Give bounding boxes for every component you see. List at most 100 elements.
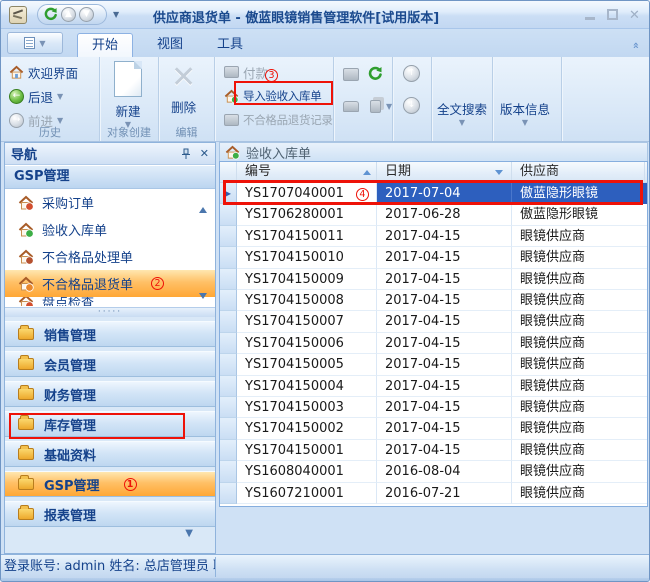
cell-supplier[interactable]: 眼镜供应商 bbox=[512, 440, 647, 462]
cell-no[interactable]: YS1608040001 bbox=[237, 461, 377, 483]
sidebar-group-button[interactable]: 会员管理 bbox=[5, 351, 215, 377]
fulltext-search-button[interactable]: 全文搜索 ▼ bbox=[437, 99, 487, 127]
cell-date[interactable]: 2017-04-15 bbox=[377, 247, 512, 269]
cell-no[interactable]: YS1706280001 bbox=[237, 204, 377, 226]
cell-no[interactable]: YS1704150008 bbox=[237, 290, 377, 312]
row-selector[interactable] bbox=[220, 204, 237, 226]
sidebar-item[interactable]: 验收入库单 bbox=[5, 216, 215, 243]
row-selector[interactable] bbox=[220, 461, 237, 483]
table-row[interactable]: YS1706280001 2017-06-28 傲蓝隐形眼镜 bbox=[220, 204, 647, 226]
payment-button[interactable]: 付款 bbox=[224, 62, 268, 82]
tab-view[interactable]: 视图 bbox=[143, 33, 197, 57]
cell-no[interactable]: YS1704150011 bbox=[237, 225, 377, 248]
row-selector[interactable]: ▶ bbox=[220, 183, 237, 205]
welcome-screen-button[interactable]: 欢迎界面 bbox=[9, 62, 78, 82]
table-row[interactable]: YS1704150010 2017-04-15 眼镜供应商 bbox=[220, 247, 647, 269]
minimize-button[interactable] bbox=[585, 8, 596, 21]
row-selector[interactable] bbox=[220, 225, 237, 248]
sidebar-group-button[interactable]: 销售管理 bbox=[5, 321, 215, 347]
cell-no[interactable]: YS1704150004 bbox=[237, 375, 377, 397]
sidebar-group-button[interactable]: 库存管理 bbox=[5, 411, 215, 437]
cell-supplier[interactable]: 眼镜供应商 bbox=[512, 418, 647, 440]
move-up-icon[interactable]: ↑ bbox=[403, 65, 420, 82]
cell-supplier[interactable]: 眼镜供应商 bbox=[512, 397, 647, 419]
row-selector[interactable] bbox=[220, 268, 237, 290]
application-menu-button[interactable]: ▼ bbox=[7, 32, 63, 54]
row-selector[interactable] bbox=[220, 439, 237, 462]
nav-splitter[interactable]: ····· bbox=[5, 307, 215, 317]
cell-no[interactable]: YS1704150002 bbox=[237, 418, 377, 440]
cell-date[interactable]: 2017-04-15 bbox=[377, 375, 512, 397]
cell-date[interactable]: 2017-04-15 bbox=[377, 418, 512, 440]
table-row[interactable]: YS1704150002 2017-04-15 眼镜供应商 bbox=[220, 418, 647, 440]
cell-date[interactable]: 2017-04-15 bbox=[377, 354, 512, 376]
cell-supplier[interactable]: 眼镜供应商 bbox=[512, 290, 647, 312]
cell-date[interactable]: 2016-08-04 bbox=[377, 461, 512, 483]
row-selector[interactable] bbox=[220, 247, 237, 269]
cell-no[interactable]: YS1707040001 4 bbox=[237, 183, 377, 205]
filter-dropdown-icon[interactable] bbox=[495, 170, 503, 175]
table-row[interactable]: YS1608040001 2016-08-04 眼镜供应商 bbox=[220, 461, 647, 483]
row-selector[interactable] bbox=[220, 482, 237, 504]
cell-supplier[interactable]: 眼镜供应商 bbox=[512, 483, 647, 504]
table-row[interactable]: YS1704150001 2017-04-15 眼镜供应商 bbox=[220, 439, 647, 462]
cell-supplier[interactable]: 眼镜供应商 bbox=[512, 354, 647, 376]
qat-dropdown-icon[interactable]: ▼ bbox=[113, 10, 119, 19]
sidebar-item[interactable]: 不合格品退货单 2 bbox=[5, 270, 215, 297]
table-row[interactable]: YS1704150003 2017-04-15 眼镜供应商 bbox=[220, 397, 647, 419]
scroll-down-icon[interactable] bbox=[199, 293, 207, 299]
tab-tools[interactable]: 工具 bbox=[203, 33, 257, 57]
nav-overflow-chevron-icon[interactable]: ▼ bbox=[185, 528, 193, 539]
column-header-supplier[interactable]: 供应商 bbox=[512, 162, 645, 183]
cell-supplier[interactable]: 傲蓝隐形眼镜 bbox=[512, 204, 647, 226]
cell-supplier[interactable]: 眼镜供应商 bbox=[512, 269, 647, 290]
column-header-date[interactable]: 日期 bbox=[377, 162, 512, 183]
cell-no[interactable]: YS1704150007 bbox=[237, 311, 377, 333]
row-selector[interactable] bbox=[220, 311, 237, 333]
cell-date[interactable]: 2017-07-04 bbox=[377, 183, 512, 205]
cell-no[interactable]: YS1704150006 bbox=[237, 332, 377, 355]
cell-date[interactable]: 2017-04-15 bbox=[377, 225, 512, 248]
close-button[interactable]: ✕ bbox=[629, 8, 640, 23]
pin-icon[interactable] bbox=[180, 148, 192, 160]
cell-no[interactable]: YS1607210001 bbox=[237, 482, 377, 504]
import-receipt-button[interactable]: 导入验收入库单 bbox=[224, 86, 322, 106]
down-arrow-icon[interactable]: ▼ bbox=[79, 7, 94, 22]
row-selector[interactable] bbox=[220, 375, 237, 397]
cell-supplier[interactable]: 傲蓝隐形眼镜 bbox=[512, 183, 647, 205]
cell-supplier[interactable]: 眼镜供应商 bbox=[512, 461, 647, 483]
move-down-icon[interactable]: ↓ bbox=[403, 97, 420, 114]
version-info-button[interactable]: 版本信息 ▼ bbox=[500, 99, 550, 127]
cell-no[interactable]: YS1704150003 bbox=[237, 397, 377, 419]
sidebar-group-button[interactable]: 报表管理 bbox=[5, 501, 215, 527]
sidebar-item[interactable]: 盘点检查 bbox=[5, 297, 215, 306]
report-icon[interactable] bbox=[340, 63, 362, 85]
cell-supplier[interactable]: 眼镜供应商 bbox=[512, 247, 647, 269]
table-row[interactable]: YS1704150009 2017-04-15 眼镜供应商 bbox=[220, 268, 647, 290]
row-selector[interactable] bbox=[220, 418, 237, 440]
column-header-no[interactable]: 编号 bbox=[237, 162, 377, 183]
table-row[interactable]: YS1704150007 2017-04-15 眼镜供应商 bbox=[220, 311, 647, 333]
refresh-icon[interactable] bbox=[43, 7, 58, 22]
back-button[interactable]: ← 后退 ▼ bbox=[9, 86, 63, 106]
row-selector[interactable] bbox=[220, 397, 237, 419]
cell-date[interactable]: 2017-04-15 bbox=[377, 332, 512, 355]
cell-no[interactable]: YS1704150009 bbox=[237, 268, 377, 290]
refresh-icon[interactable] bbox=[364, 63, 386, 85]
cell-date[interactable]: 2017-04-15 bbox=[377, 268, 512, 290]
sidebar-group-button[interactable]: GSP管理 1 bbox=[5, 471, 215, 497]
cell-date[interactable]: 2017-06-28 bbox=[377, 204, 512, 226]
reject-return-record-button[interactable]: 不合格品退货记录 bbox=[224, 110, 333, 130]
table-row[interactable]: YS1704150006 2017-04-15 眼镜供应商 bbox=[220, 332, 647, 355]
sidebar-group-button[interactable]: 基础资料 bbox=[5, 441, 215, 467]
table-row[interactable]: ▶ YS1707040001 4 2017-07-04 傲蓝隐形眼镜 bbox=[220, 183, 647, 205]
table-row[interactable]: YS1704150011 2017-04-15 眼镜供应商 bbox=[220, 225, 647, 248]
table-row[interactable]: YS1704150005 2017-04-15 眼镜供应商 bbox=[220, 354, 647, 376]
maximize-button[interactable] bbox=[607, 9, 618, 20]
cell-no[interactable]: YS1704150001 bbox=[237, 439, 377, 462]
cell-date[interactable]: 2016-07-21 bbox=[377, 482, 512, 504]
cell-date[interactable]: 2017-04-15 bbox=[377, 290, 512, 312]
cell-supplier[interactable]: 眼镜供应商 bbox=[512, 376, 647, 397]
table-row[interactable]: YS1704150008 2017-04-15 眼镜供应商 bbox=[220, 290, 647, 312]
new-button[interactable]: 新建 ▼ bbox=[114, 61, 142, 129]
